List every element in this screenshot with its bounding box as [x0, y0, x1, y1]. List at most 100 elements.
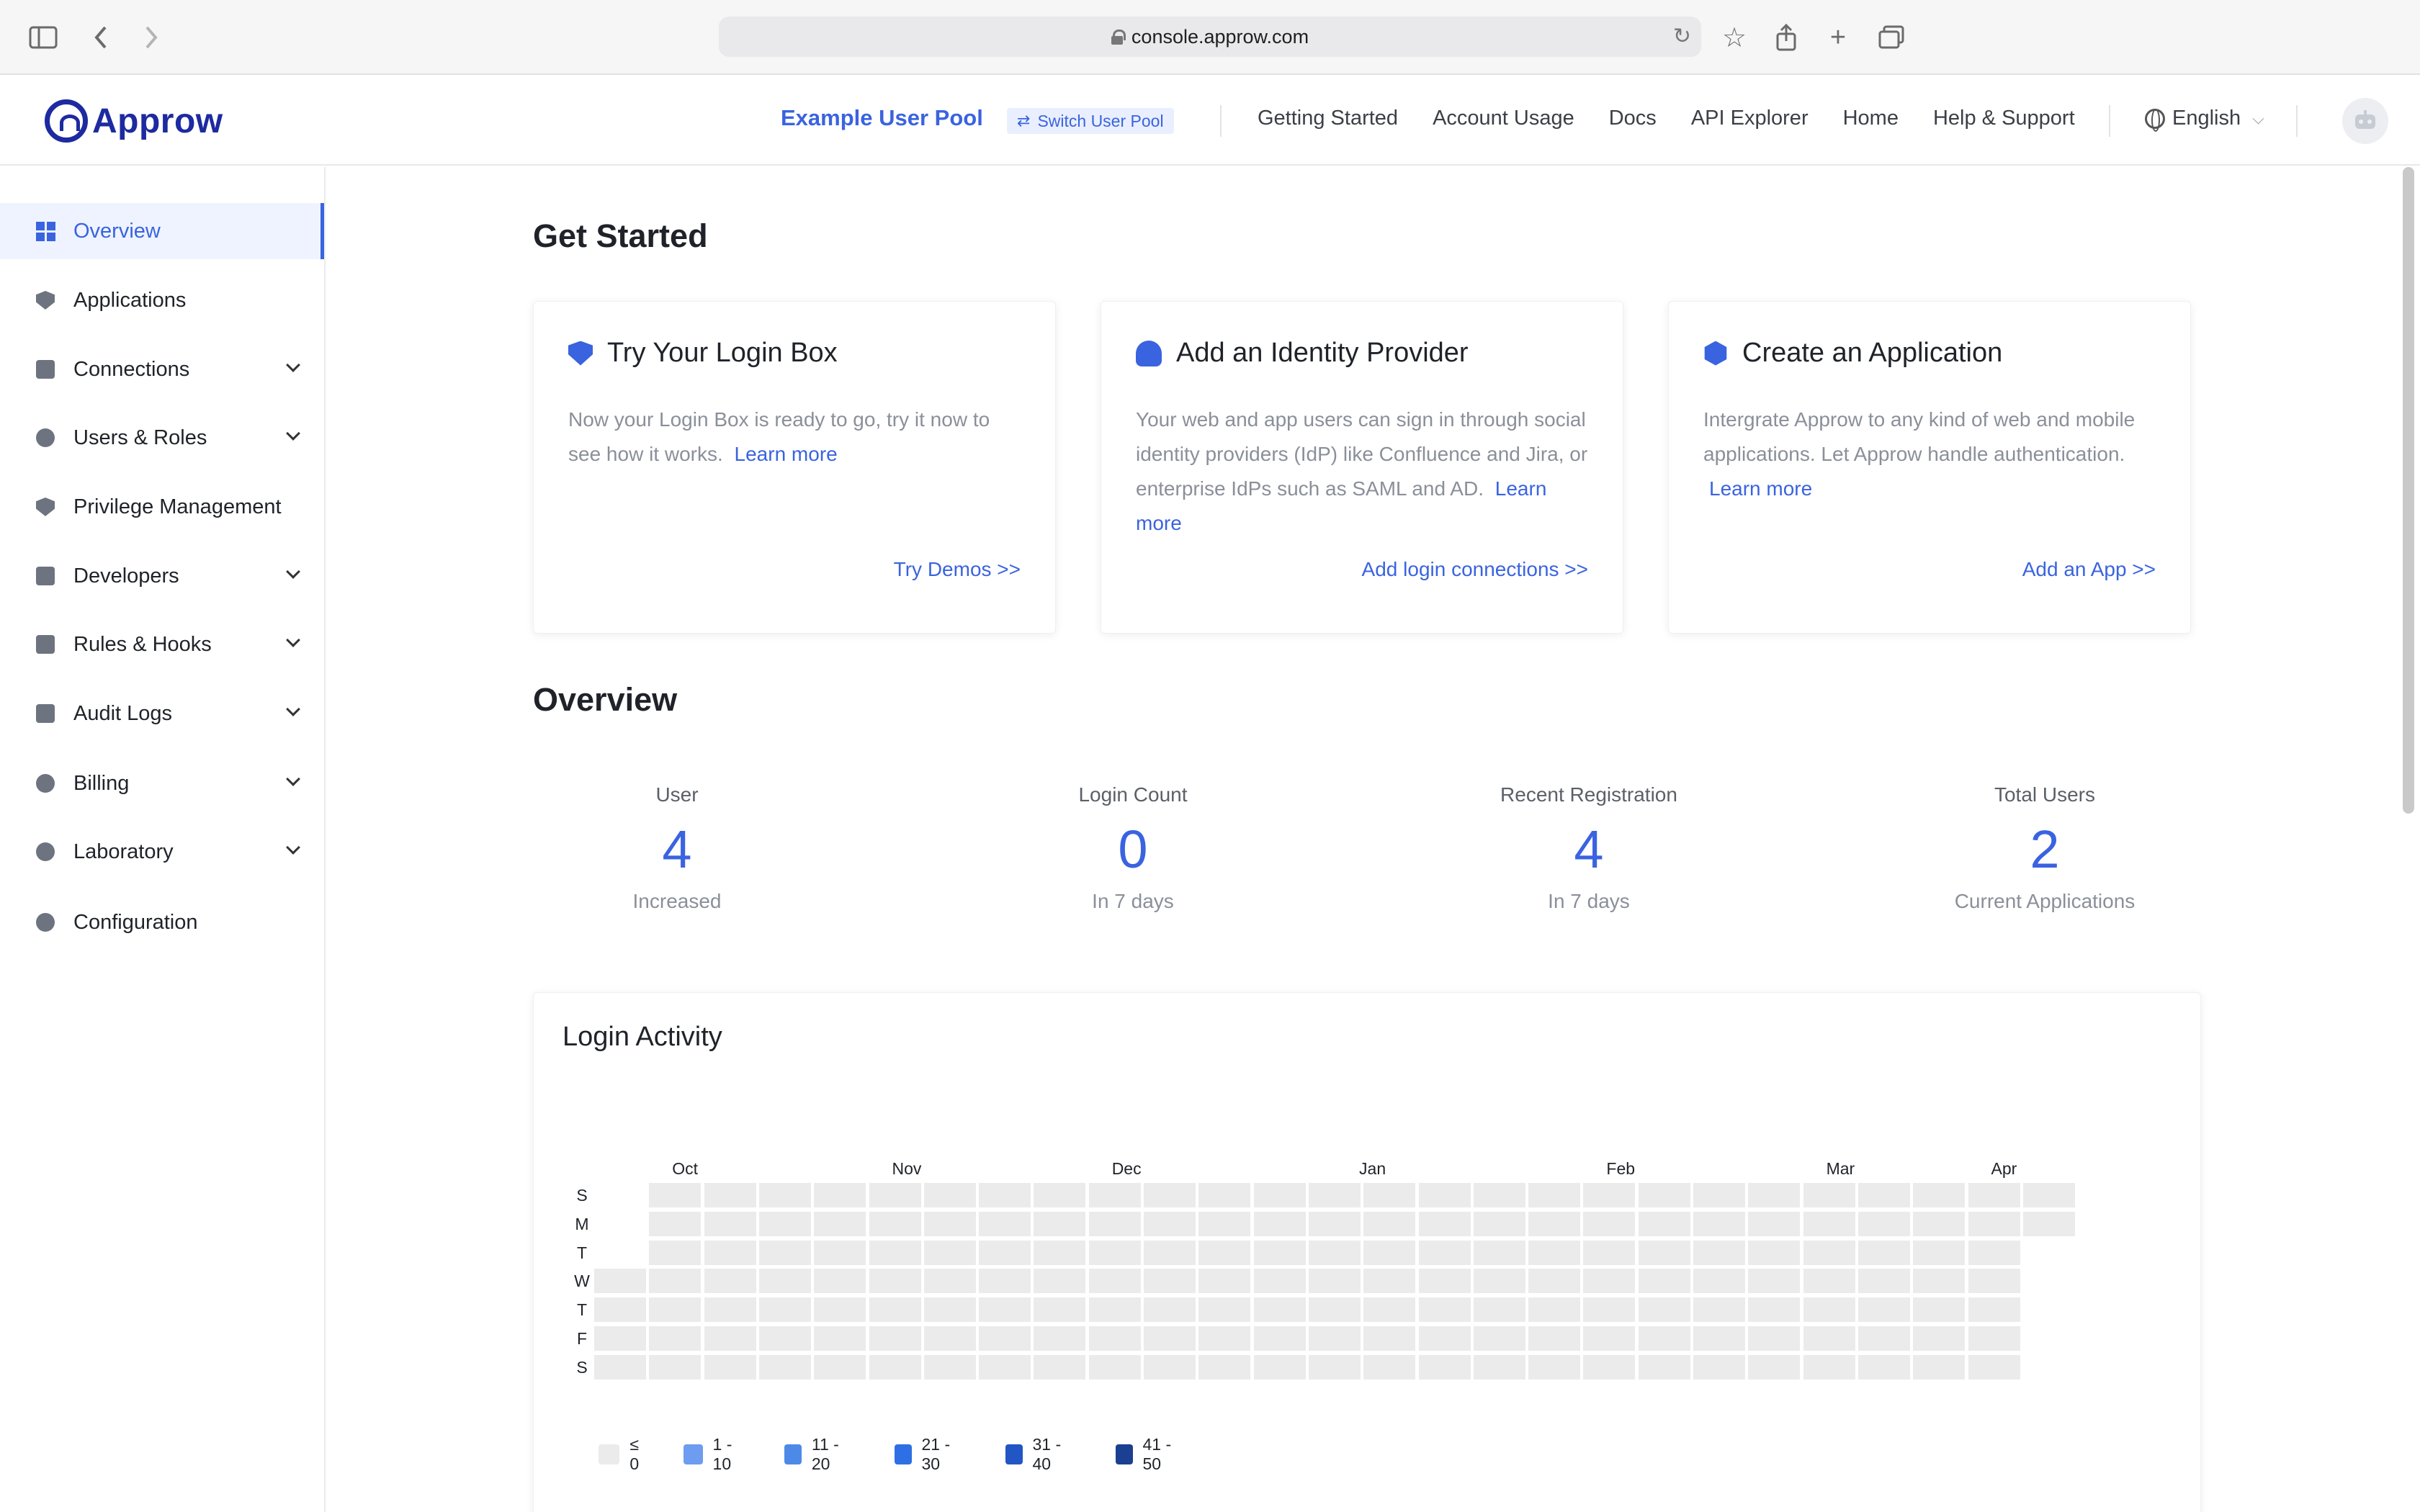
heatmap-cell[interactable]	[869, 1326, 921, 1351]
heatmap-cell[interactable]	[1034, 1354, 1086, 1380]
heatmap-cell[interactable]	[869, 1354, 921, 1380]
heatmap-cell[interactable]	[1528, 1211, 1581, 1236]
heatmap-cell[interactable]	[1857, 1269, 1910, 1294]
heatmap-cell[interactable]	[1968, 1297, 2020, 1323]
heatmap-cell[interactable]	[814, 1211, 866, 1236]
sidebar-item-laboratory[interactable]: Laboratory	[0, 824, 324, 880]
heatmap-cell[interactable]	[1363, 1269, 1416, 1294]
heatmap-cell[interactable]	[704, 1240, 756, 1265]
heatmap-cell[interactable]	[1034, 1269, 1086, 1294]
heatmap-cell[interactable]	[649, 1326, 702, 1351]
url-bar[interactable]: console.approw.com ↻	[719, 17, 1701, 57]
heatmap-cell[interactable]	[1857, 1240, 1910, 1265]
avatar[interactable]	[2342, 98, 2388, 144]
heatmap-cell[interactable]	[1913, 1297, 1966, 1323]
heatmap-cell[interactable]	[979, 1354, 1031, 1380]
heatmap-cell[interactable]	[649, 1240, 702, 1265]
heatmap-cell[interactable]	[1144, 1269, 1196, 1294]
heatmap-cell[interactable]	[1034, 1326, 1086, 1351]
heatmap-cell[interactable]	[1803, 1211, 1855, 1236]
heatmap-cell[interactable]	[1748, 1326, 1801, 1351]
heatmap-cell[interactable]	[758, 1211, 811, 1236]
heatmap-cell[interactable]	[1748, 1269, 1801, 1294]
heatmap-cell[interactable]	[923, 1240, 976, 1265]
forward-icon[interactable]	[135, 22, 167, 53]
heatmap-cell[interactable]	[1473, 1240, 1525, 1265]
heatmap-cell[interactable]	[1198, 1354, 1251, 1380]
heatmap-cell[interactable]	[1638, 1240, 1690, 1265]
heatmap-cell[interactable]	[704, 1183, 756, 1207]
heatmap-cell[interactable]	[1088, 1211, 1141, 1236]
heatmap-cell[interactable]	[1198, 1269, 1251, 1294]
heatmap-cell[interactable]	[1418, 1183, 1471, 1207]
heatmap-cell[interactable]	[1088, 1354, 1141, 1380]
reload-icon[interactable]: ↻	[1673, 24, 1691, 49]
heatmap-cell[interactable]	[1913, 1269, 1966, 1294]
heatmap-cell[interactable]	[758, 1269, 811, 1294]
heatmap-cell[interactable]	[1034, 1183, 1086, 1207]
sidebar-item-privilege-management[interactable]: Privilege Management	[0, 479, 324, 535]
add-app-link[interactable]: Add an App >>	[2022, 558, 2156, 581]
heatmap-cell[interactable]	[758, 1354, 811, 1380]
heatmap-cell[interactable]	[1968, 1269, 2020, 1294]
heatmap-cell[interactable]	[1473, 1326, 1525, 1351]
heatmap-cell[interactable]	[1583, 1211, 1636, 1236]
heatmap-cell[interactable]	[979, 1297, 1031, 1323]
heatmap-cell[interactable]	[1034, 1211, 1086, 1236]
heatmap-cell[interactable]	[1693, 1240, 1745, 1265]
heatmap-cell[interactable]	[1253, 1354, 1306, 1380]
heatmap-cell[interactable]	[869, 1297, 921, 1323]
heatmap-cell[interactable]	[1583, 1183, 1636, 1207]
heatmap-cell[interactable]	[869, 1269, 921, 1294]
add-login-connections-link[interactable]: Add login connections >>	[1362, 558, 1588, 581]
heatmap-cell[interactable]	[1968, 1326, 2020, 1351]
learn-more-link[interactable]: Learn more	[1709, 477, 1812, 500]
nav-docs[interactable]: Docs	[1609, 107, 1657, 130]
heatmap-cell[interactable]	[1418, 1269, 1471, 1294]
heatmap-cell[interactable]	[758, 1297, 811, 1323]
sidebar-item-applications[interactable]: Applications	[0, 272, 324, 328]
heatmap-cell[interactable]	[979, 1183, 1031, 1207]
heatmap-cell[interactable]	[1913, 1354, 1966, 1380]
heatmap-cell[interactable]	[1418, 1211, 1471, 1236]
new-tab-icon[interactable]: +	[1822, 22, 1854, 53]
sidebar-item-configuration[interactable]: Configuration	[0, 894, 324, 950]
heatmap-cell[interactable]	[814, 1297, 866, 1323]
heatmap-cell[interactable]	[1913, 1326, 1966, 1351]
heatmap-cell[interactable]	[1308, 1211, 1361, 1236]
heatmap-cell[interactable]	[1583, 1326, 1636, 1351]
heatmap-cell[interactable]	[1144, 1297, 1196, 1323]
heatmap-cell[interactable]	[979, 1326, 1031, 1351]
heatmap-cell[interactable]	[758, 1240, 811, 1265]
heatmap-cell[interactable]	[1034, 1297, 1086, 1323]
heatmap-cell[interactable]	[1198, 1297, 1251, 1323]
share-icon[interactable]	[1770, 22, 1802, 53]
heatmap-cell[interactable]	[1473, 1269, 1525, 1294]
heatmap-cell[interactable]	[1088, 1183, 1141, 1207]
heatmap-cell[interactable]	[1253, 1326, 1306, 1351]
heatmap-cell[interactable]	[1253, 1211, 1306, 1236]
heatmap-cell[interactable]	[704, 1269, 756, 1294]
try-demos-link[interactable]: Try Demos >>	[894, 558, 1021, 581]
heatmap-cell[interactable]	[869, 1211, 921, 1236]
tabs-overview-icon[interactable]	[1876, 22, 1907, 53]
heatmap-cell[interactable]	[1857, 1183, 1910, 1207]
nav-api-explorer[interactable]: API Explorer	[1691, 107, 1809, 130]
heatmap-cell[interactable]	[1363, 1326, 1416, 1351]
heatmap-cell[interactable]	[1418, 1240, 1471, 1265]
heatmap-cell[interactable]	[1528, 1297, 1581, 1323]
heatmap-cell[interactable]	[1253, 1297, 1306, 1323]
heatmap-cell[interactable]	[1693, 1326, 1745, 1351]
heatmap-cell[interactable]	[1528, 1240, 1581, 1265]
heatmap-cell[interactable]	[649, 1183, 702, 1207]
heatmap-cell[interactable]	[1528, 1326, 1581, 1351]
heatmap-cell[interactable]	[1088, 1240, 1141, 1265]
heatmap-cell[interactable]	[814, 1354, 866, 1380]
heatmap-cell[interactable]	[1198, 1240, 1251, 1265]
heatmap-cell[interactable]	[1144, 1183, 1196, 1207]
heatmap-cell[interactable]	[1748, 1354, 1801, 1380]
heatmap-cell[interactable]	[923, 1326, 976, 1351]
user-pool-name[interactable]: Example User Pool	[781, 105, 983, 131]
heatmap-cell[interactable]	[1198, 1183, 1251, 1207]
heatmap-cell[interactable]	[594, 1297, 646, 1323]
